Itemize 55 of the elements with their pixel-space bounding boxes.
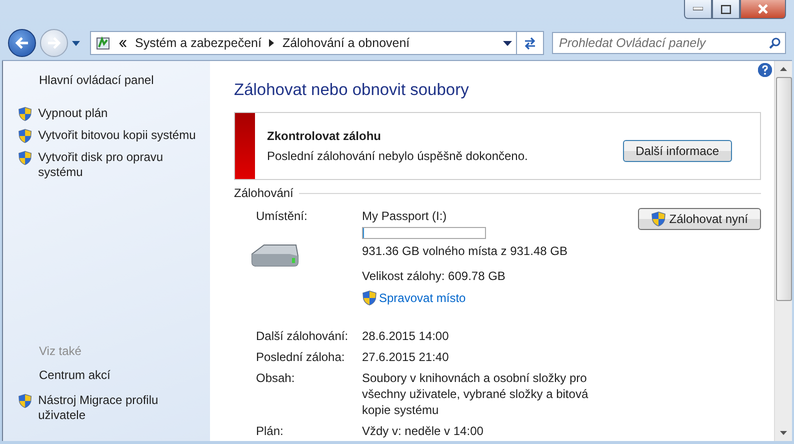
search-icon[interactable] [769, 37, 781, 49]
field-value: 27.6.2015 21:40 [362, 349, 450, 365]
field-label: Obsah: [256, 370, 296, 387]
sidebar-link[interactable]: Hlavní ovládací panel [3, 73, 210, 88]
back-button[interactable] [8, 29, 36, 57]
field-value: Vždy v: neděle v 14:00 [362, 423, 484, 439]
refresh-button[interactable] [516, 31, 544, 55]
sidebar-link[interactable]: Vypnout plán [38, 106, 200, 122]
field-value: 28.6.2015 14:00 [362, 328, 450, 344]
free-space-text: 931.36 GB volného místa z 931.48 GB [362, 243, 568, 259]
field-label: Umístění: [256, 208, 308, 224]
backup-size-text: Velikost zálohy: 609.78 GB [362, 268, 506, 284]
scroll-down-icon[interactable] [780, 431, 787, 435]
sidebar-link[interactable]: Centrum akcí [18, 368, 200, 383]
minimize-icon [693, 7, 703, 11]
section-title: Zálohování [234, 186, 294, 200]
alert-message: Poslední zálohování nebylo úspěšně dokončeno. [267, 149, 529, 163]
field-label: Plán: [256, 423, 284, 439]
close-icon [757, 4, 769, 14]
forward-arrow-icon [47, 37, 61, 49]
hard-drive-icon [250, 242, 300, 268]
shield-icon [651, 211, 666, 227]
more-info-button[interactable]: Další informace [622, 140, 732, 162]
scroll-up-icon[interactable] [780, 67, 787, 71]
page-title: Zálohovat nebo obnovit soubory [234, 81, 470, 100]
alert-stripe [235, 113, 255, 179]
refresh-icon [522, 36, 538, 50]
close-button[interactable] [740, 0, 786, 19]
address-bar[interactable]: Systém a zabezpečení Zálohování a obnovení [90, 31, 517, 55]
backup-now-button[interactable]: Zálohovat nyní [638, 208, 761, 230]
dropdown-icon[interactable] [503, 40, 512, 46]
sidebar-link[interactable]: Nástroj Migrace profilu uživatele [38, 393, 200, 423]
field-label: Další zálohování: [256, 328, 350, 344]
location-value: My Passport (I:) [362, 208, 448, 224]
section-label: Viz také [38, 344, 82, 358]
control-panel-icon [95, 35, 111, 51]
minimize-button[interactable] [684, 0, 712, 19]
arrow-icon [269, 39, 274, 47]
sidebar-link[interactable]: Vytvořit disk pro opravu systému [38, 150, 200, 180]
breadcrumb-item[interactable]: Zálohování a obnovení [282, 36, 410, 50]
maximize-button[interactable] [712, 0, 740, 19]
chevron-icon [119, 40, 127, 46]
manage-space-link[interactable]: Spravovat místo [379, 291, 466, 305]
shield-icon [362, 290, 377, 306]
sidebar-link[interactable]: Vytvořit bitovou kopii systému [38, 128, 200, 144]
scrollbar[interactable] [774, 61, 792, 441]
breadcrumb-item[interactable]: Systém a zabezpečení [135, 36, 262, 50]
dropdown-icon[interactable] [72, 40, 80, 46]
alert-title: Zkontrolovat zálohu [267, 129, 382, 143]
back-arrow-icon [15, 37, 29, 49]
search-field[interactable]: Prohledat Ovládací panely [552, 32, 786, 54]
field-label: Poslední záloha: [256, 349, 346, 365]
help-icon[interactable] [758, 63, 772, 77]
field-value: Soubory v knihovnách a osobní složky pro všechny uživatele, vybrané složky a bitová kopie systému [362, 370, 590, 418]
maximize-icon [721, 4, 731, 14]
